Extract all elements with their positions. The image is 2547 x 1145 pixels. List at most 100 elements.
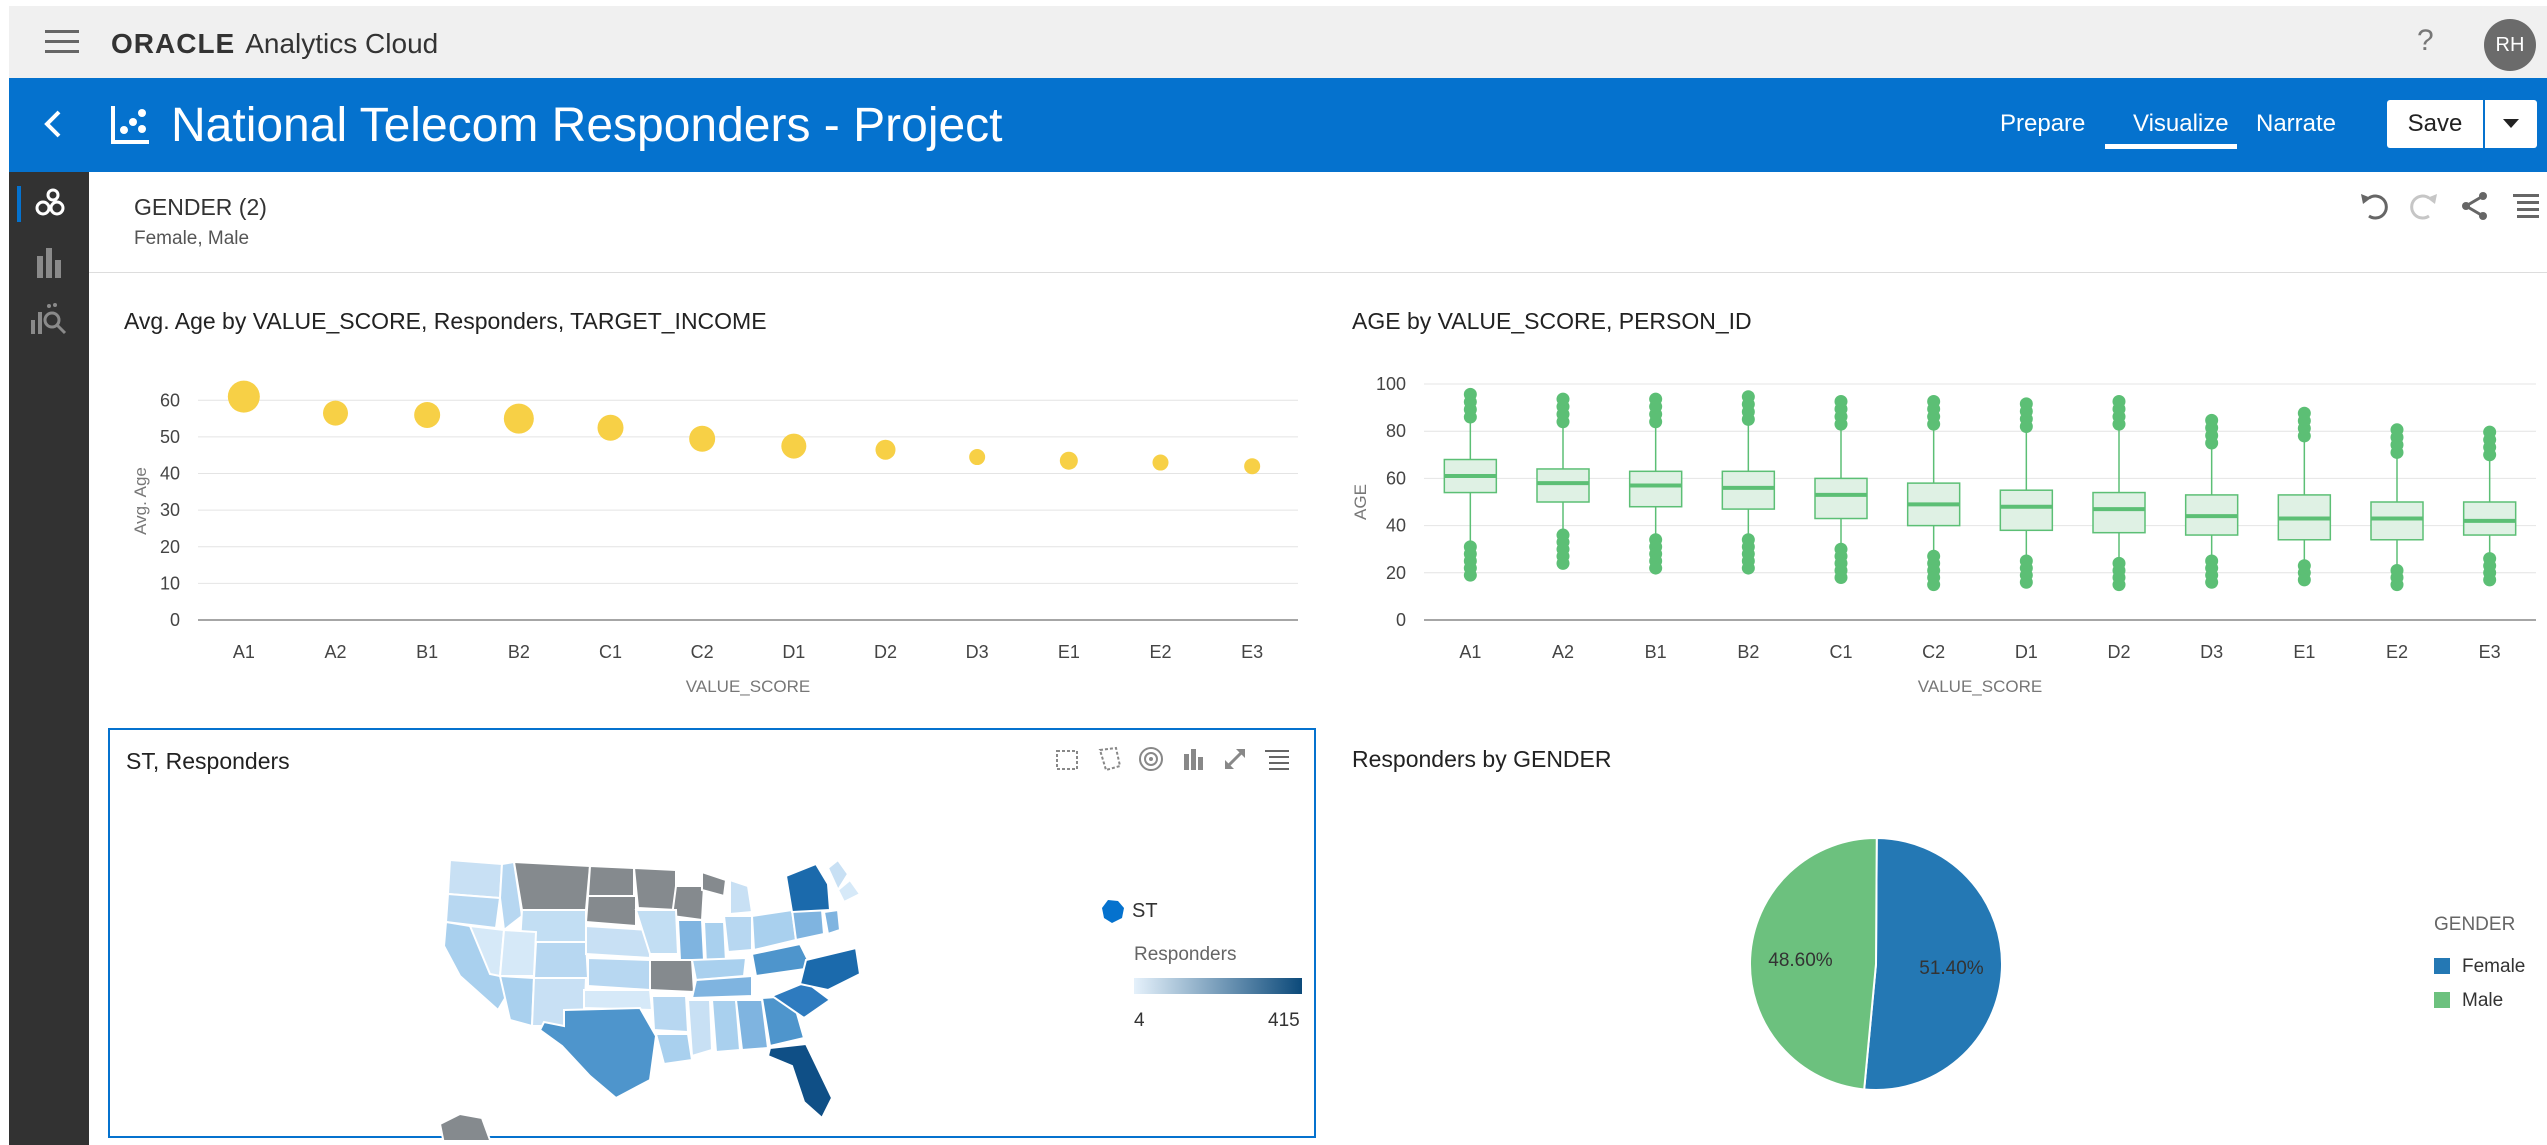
- x-tick-label: D1: [2015, 642, 2038, 662]
- visualizations-icon[interactable]: [9, 234, 89, 290]
- bubble-point: [227, 380, 260, 413]
- age-box-plot-panel[interactable]: AGE by VALUE_SCORE, PERSON_ID 0 20 40 60 80 1…: [1336, 290, 2547, 710]
- bubble-chart: 0 10 20 30 40 50 60 A1 A2 B1 B2 C1 C2 D1 D2 D3 E1 E2 E3 VAL…: [131, 380, 1298, 696]
- y-tick-label: 20: [1386, 563, 1406, 583]
- outlier-point: [1927, 394, 1941, 408]
- x-tick-label: C2: [1922, 642, 1945, 662]
- brand-product: Analytics Cloud: [245, 28, 439, 59]
- left-rail: [9, 172, 89, 1145]
- x-tick-label: D3: [2200, 642, 2223, 662]
- analytics-icon[interactable]: [9, 290, 89, 346]
- outlier-point: [1556, 556, 1570, 570]
- bubble-point: [875, 439, 896, 460]
- redo-icon[interactable]: [2407, 188, 2443, 224]
- active-tab-indicator: [2105, 144, 2237, 149]
- us-state-map[interactable]: [110, 730, 1318, 1140]
- box-body: [1721, 470, 1776, 510]
- x-tick-label: E1: [1058, 642, 1080, 662]
- outlier-point: [2019, 575, 2033, 589]
- hamburger-line: [45, 30, 79, 33]
- back-arrow-icon[interactable]: [33, 104, 73, 144]
- x-tick-label: B2: [508, 642, 530, 662]
- help-icon[interactable]: ?: [2417, 24, 2434, 58]
- gender-pie-chart-panel[interactable]: Responders by GENDER 51.40% 48.60% GENDER…: [1336, 728, 2547, 1138]
- outlier-point: [1741, 390, 1755, 404]
- outlier-point: [2390, 423, 2404, 437]
- bubble-point: [503, 403, 534, 434]
- y-axis-label: Avg. Age: [131, 467, 150, 535]
- save-button[interactable]: Save: [2387, 100, 2483, 148]
- x-tick-label: E1: [2293, 642, 2315, 662]
- outlier-point: [1927, 578, 1941, 592]
- y-tick-label: 60: [1386, 468, 1406, 488]
- x-tick-label: C1: [599, 642, 622, 662]
- x-tick-label: B2: [1737, 642, 1759, 662]
- outlier-point: [1463, 568, 1477, 582]
- y-tick-label: 50: [160, 427, 180, 447]
- pie-legend-female[interactable]: Female: [2434, 956, 2525, 978]
- bubble-point: [323, 400, 348, 426]
- x-tick-label: A1: [233, 642, 255, 662]
- map-legend-max: 415: [1268, 1010, 1300, 1031]
- x-tick-label: C1: [1829, 642, 1852, 662]
- tab-prepare[interactable]: Prepare: [2000, 110, 2085, 138]
- bubble-point: [1152, 454, 1169, 471]
- box-body: [1628, 470, 1683, 508]
- user-avatar[interactable]: RH: [2484, 19, 2536, 71]
- y-tick-label: 100: [1376, 374, 1406, 394]
- outlier-point: [2483, 573, 2497, 587]
- app-root: ORACLE Analytics Cloud ? RH National Tele…: [0, 0, 2547, 1145]
- undo-icon[interactable]: [2355, 188, 2391, 224]
- project-header: National Telecom Responders - Project Pr…: [9, 78, 2547, 172]
- x-axis-label: VALUE_SCORE: [1918, 677, 2042, 696]
- hamburger-menu-icon[interactable]: [45, 28, 81, 56]
- legend-label: Male: [2462, 990, 2504, 1011]
- pie-slice-label: 48.60%: [1768, 950, 1833, 971]
- y-tick-label: 60: [160, 390, 180, 410]
- drag-handle[interactable]: [102, 730, 110, 756]
- share-icon[interactable]: [2457, 188, 2493, 224]
- outlier-point: [2297, 406, 2311, 420]
- pie-legend-male[interactable]: Male: [2434, 990, 2503, 1012]
- map-legend-category: ST: [1132, 900, 1158, 922]
- box-plot: 0 20 40 60 80 100 A1 A2 B1 B2 C1 C2 D1 D2 D3 E1 E2 E3 VALU…: [1351, 374, 2536, 696]
- tab-visualize[interactable]: Visualize: [2133, 110, 2229, 138]
- box-body: [1536, 468, 1590, 503]
- x-tick-label: A1: [1459, 642, 1481, 662]
- x-tick-label: B1: [416, 642, 438, 662]
- save-menu-chevron-icon[interactable]: [2485, 100, 2537, 148]
- outlier-point: [2112, 578, 2126, 592]
- x-tick-label: A2: [1552, 642, 1574, 662]
- state-map-panel[interactable]: ST, Responders ST Responders 4 415: [108, 728, 1318, 1140]
- x-tick-label: E3: [2479, 642, 2501, 662]
- outlier-point: [2297, 573, 2311, 587]
- x-tick-label: D2: [2107, 642, 2130, 662]
- outlier-point: [1741, 561, 1755, 575]
- y-tick-label: 40: [160, 464, 180, 484]
- box-body: [1814, 477, 1868, 520]
- state-legend-icon: [1102, 900, 1124, 923]
- legend-swatch: [2434, 958, 2450, 974]
- outlier-point: [1834, 394, 1848, 408]
- bubble-point: [689, 425, 716, 452]
- x-tick-label: D3: [966, 642, 989, 662]
- y-tick-label: 0: [170, 610, 180, 630]
- y-tick-label: 20: [160, 537, 180, 557]
- filter-title[interactable]: GENDER (2): [134, 194, 267, 221]
- data-elements-icon[interactable]: [9, 176, 89, 232]
- x-tick-label: E3: [1241, 642, 1263, 662]
- outlier-point: [1834, 571, 1848, 585]
- outlier-point: [2205, 413, 2219, 427]
- project-chart-icon: [111, 106, 149, 144]
- tab-narrate[interactable]: Narrate: [2256, 110, 2336, 138]
- outlier-point: [2390, 578, 2404, 592]
- menu-lines-icon[interactable]: [2509, 188, 2545, 224]
- outlier-point: [1649, 392, 1663, 406]
- y-tick-label: 40: [1386, 516, 1406, 536]
- pie-legend-title: GENDER: [2434, 914, 2516, 935]
- legend-label: Female: [2462, 956, 2526, 977]
- box-body: [2462, 501, 2517, 536]
- outlier-point: [1463, 387, 1477, 401]
- box-body: [1999, 489, 2054, 532]
- avg-age-bubble-chart-panel[interactable]: Avg. Age by VALUE_SCORE, Responders, TAR…: [108, 290, 1308, 710]
